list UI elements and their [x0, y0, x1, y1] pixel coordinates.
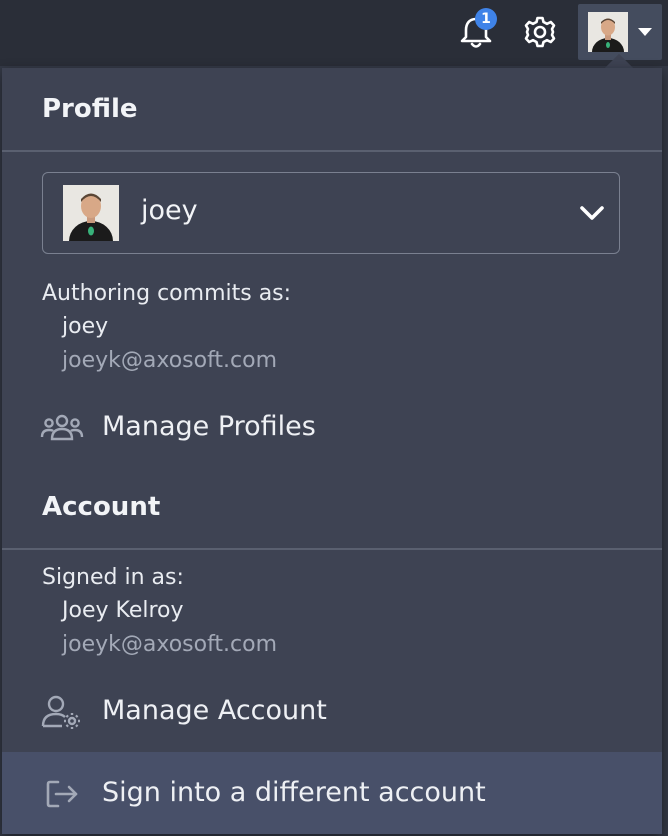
user-settings-icon [41, 695, 80, 729]
account-menu-button[interactable] [578, 4, 662, 60]
account-section-title: Account [42, 492, 161, 522]
top-toolbar [0, 0, 668, 66]
notification-badge: 1 [475, 8, 497, 30]
avatar [588, 12, 628, 52]
signed-in-label: Signed in as: [42, 565, 184, 590]
profile-select[interactable]: joey [42, 172, 620, 254]
manage-account-button[interactable]: Manage Account [2, 682, 662, 742]
selected-profile-name: joey [141, 195, 198, 226]
user-email: joeyk@axosoft.com [62, 632, 278, 657]
users-icon [40, 414, 84, 441]
account-dropdown-menu: Profile joey Authoring commits as: joey … [2, 68, 662, 834]
settings-button[interactable] [520, 12, 560, 52]
gear-icon [524, 16, 556, 48]
chevron-down-icon [580, 206, 604, 220]
profile-section-title: Profile [42, 94, 138, 124]
divider [2, 548, 662, 550]
chevron-down-icon [638, 28, 652, 36]
author-name: joey [62, 314, 109, 339]
profile-avatar [63, 185, 119, 241]
sign-out-icon [46, 780, 78, 808]
manage-profiles-button[interactable]: Manage Profiles [2, 398, 662, 458]
manage-account-label: Manage Account [102, 695, 327, 726]
divider [2, 150, 662, 152]
user-name: Joey Kelroy [62, 598, 184, 623]
manage-profiles-label: Manage Profiles [102, 411, 316, 442]
sign-in-different-account-label: Sign into a different account [102, 777, 486, 808]
authoring-label: Authoring commits as: [42, 281, 292, 306]
author-email: joeyk@axosoft.com [62, 348, 278, 373]
sign-in-different-account-button[interactable]: Sign into a different account [2, 752, 662, 834]
